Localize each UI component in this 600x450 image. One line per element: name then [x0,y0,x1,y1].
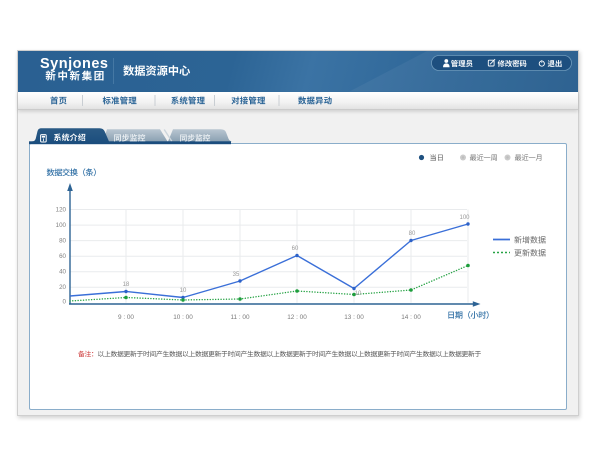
svg-text:100: 100 [56,222,67,229]
svg-text:80: 80 [59,238,66,245]
svg-text:10: 10 [355,291,362,297]
svg-text:20: 20 [59,284,66,291]
svg-text:0: 0 [63,298,67,305]
svg-text:18: 18 [123,282,130,288]
svg-text:10 : 00: 10 : 00 [173,314,193,321]
svg-text:80: 80 [409,231,416,237]
svg-text:40: 40 [59,269,66,276]
svg-text:11 : 00: 11 : 00 [230,314,250,321]
svg-text:60: 60 [292,246,299,252]
svg-text:10: 10 [180,288,187,294]
svg-text:9 : 00: 9 : 00 [118,314,134,321]
svg-text:Synjones: Synjones [40,56,108,72]
svg-text:100: 100 [459,215,470,221]
svg-text:60: 60 [59,253,66,260]
svg-text:35: 35 [233,272,240,278]
svg-text:12 : 00: 12 : 00 [287,314,307,321]
svg-text:120: 120 [56,207,67,214]
svg-text:14 : 00: 14 : 00 [401,314,421,321]
svg-text:13 : 00: 13 : 00 [344,314,364,321]
